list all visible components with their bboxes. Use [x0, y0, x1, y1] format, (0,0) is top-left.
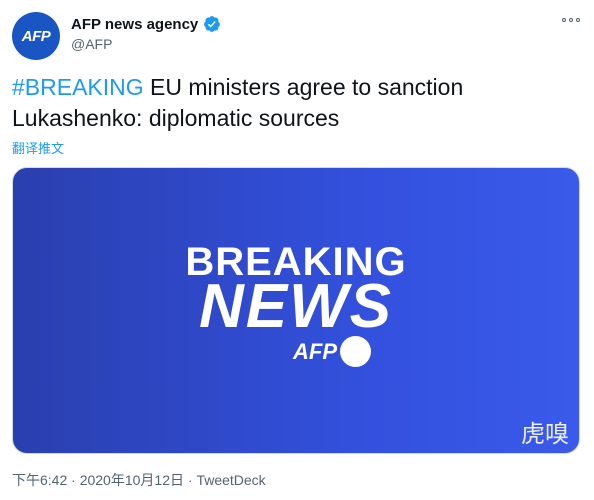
meta-separator: ·	[183, 472, 197, 488]
tweet-text: #BREAKING EU ministers agree to sanction…	[12, 72, 572, 134]
media-logo-dot	[340, 336, 371, 367]
media-logo-text: AFP	[293, 338, 337, 364]
author-block: AFP news agency @AFP	[71, 15, 221, 52]
hashtag-link[interactable]: #BREAKING	[12, 74, 144, 100]
timestamp[interactable]: 下午6:42 · 2020年10月12日	[12, 472, 184, 488]
tweet-meta: 下午6:42 · 2020年10月12日 · TweetDeck	[12, 470, 266, 490]
more-options-icon[interactable]	[562, 18, 580, 22]
display-name[interactable]: AFP news agency	[71, 16, 198, 33]
translate-tweet-link[interactable]: 翻译推文	[12, 138, 64, 157]
handle[interactable]: @AFP	[71, 36, 221, 52]
media-news-text: NEWS	[199, 272, 393, 341]
tweet-media-image[interactable]: BREAKING NEWS AFP 虎嗅	[12, 167, 580, 454]
verified-badge-icon	[204, 16, 221, 32]
source-app-link[interactable]: TweetDeck	[196, 472, 265, 488]
watermark: 虎嗅	[521, 420, 569, 448]
avatar-logo-text: AFP	[21, 27, 51, 45]
media-afp-logo: AFP	[293, 336, 371, 367]
avatar[interactable]: AFP	[12, 12, 60, 60]
